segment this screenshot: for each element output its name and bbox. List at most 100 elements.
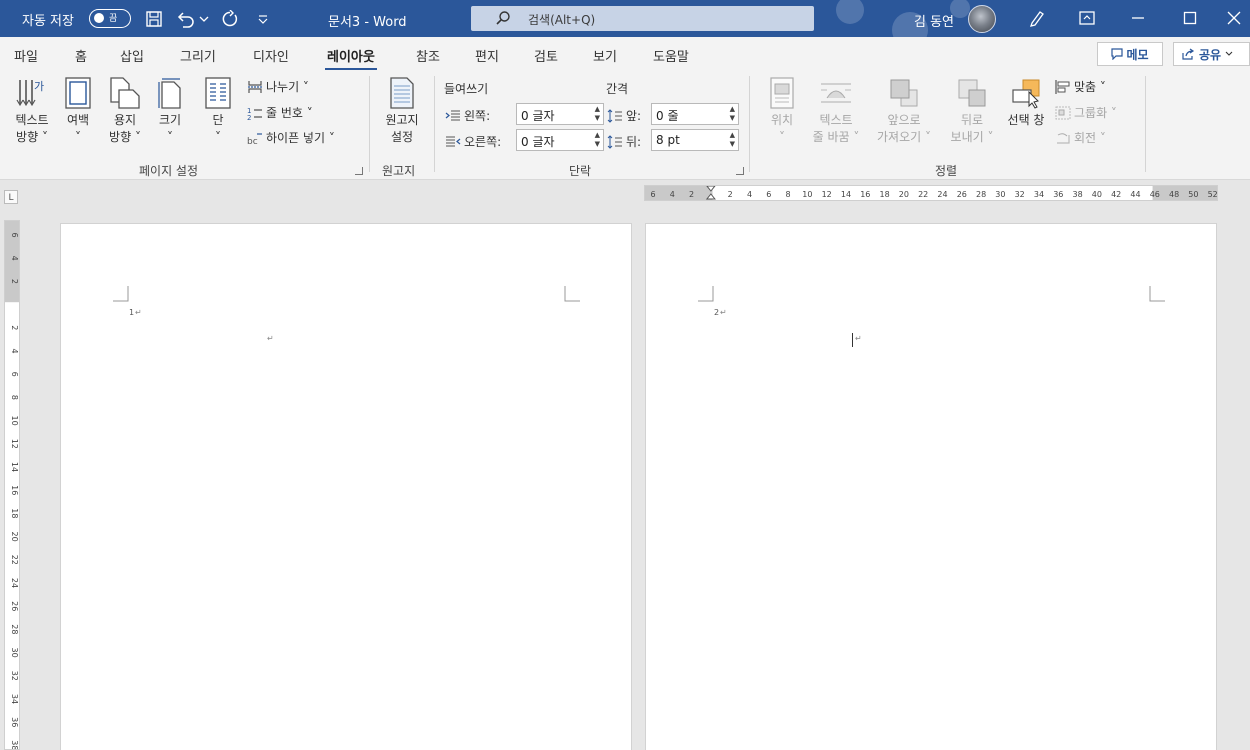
share-button[interactable]: 공유 bbox=[1173, 42, 1250, 66]
customize-toolbar-icon[interactable] bbox=[252, 8, 274, 30]
breaks-label: 나누기 ˅ bbox=[266, 80, 309, 94]
undo-dropdown-icon[interactable] bbox=[198, 8, 210, 30]
ruler-tick-label: 18 bbox=[10, 508, 19, 518]
position-chevron: ˅ bbox=[779, 130, 785, 144]
breaks-button[interactable]: 나누기 ˅ bbox=[247, 78, 309, 95]
tab-view[interactable]: 보기 bbox=[593, 46, 617, 65]
size-label: 크기 bbox=[158, 113, 182, 127]
send-backward-label: 뒤로 bbox=[960, 113, 984, 127]
tab-layout[interactable]: 레이아웃 bbox=[325, 46, 377, 71]
autosave-label: 자동 저장 bbox=[22, 14, 74, 29]
close-icon[interactable] bbox=[1222, 7, 1246, 29]
spinner-arrows-icon[interactable]: ▲ ▼ bbox=[595, 131, 600, 149]
spacing-after-label: 뒤: bbox=[607, 133, 641, 150]
crop-mark-top-left bbox=[698, 286, 714, 302]
text-direction-button[interactable]: 가 텍스트 방향 ˅ bbox=[8, 76, 56, 146]
search-input[interactable]: 검색(Alt+Q) bbox=[471, 6, 814, 31]
tab-references[interactable]: 참조 bbox=[416, 46, 440, 65]
orientation-icon bbox=[110, 77, 140, 109]
minimize-icon[interactable] bbox=[1126, 7, 1150, 29]
spacing-after-text: 뒤: bbox=[626, 135, 642, 149]
ruler-tick-label: 36 bbox=[1053, 190, 1063, 199]
indent-right-text: 오른쪽: bbox=[464, 135, 502, 149]
tab-help[interactable]: 도움말 bbox=[653, 46, 689, 65]
spinner-arrows-icon[interactable]: ▲ ▼ bbox=[730, 131, 735, 149]
bring-forward-button[interactable]: 앞으로 가져오기 ˅ bbox=[870, 76, 938, 146]
crop-mark-top-right bbox=[1149, 286, 1165, 302]
ribbon: 가 텍스트 방향 ˅ 여백 ˅ 용지 방향 ˅ 크기 ˅ 단 ˅ 나누기 ˅ 1… bbox=[0, 70, 1250, 180]
spinner-arrows-icon[interactable]: ▲ ▼ bbox=[595, 105, 600, 123]
tab-insert[interactable]: 삽입 bbox=[120, 46, 144, 65]
paragraph-launcher-icon[interactable] bbox=[736, 167, 744, 175]
ribbon-display-icon[interactable] bbox=[1075, 7, 1099, 29]
breaks-icon bbox=[248, 80, 262, 93]
columns-icon bbox=[205, 77, 231, 109]
ruler-tick-label: 6 bbox=[650, 190, 655, 199]
avatar[interactable] bbox=[968, 5, 996, 33]
line-numbers-label: 줄 번호 ˅ bbox=[266, 106, 313, 120]
page-1[interactable]: 1 ↵ ↵ bbox=[60, 223, 632, 750]
pen-icon[interactable] bbox=[1025, 7, 1049, 29]
send-backward-button[interactable]: 뒤로 보내기 ˅ bbox=[944, 76, 1000, 146]
line-numbers-button[interactable]: 12 줄 번호 ˅ bbox=[247, 104, 313, 121]
undo-icon[interactable] bbox=[175, 8, 197, 30]
margins-button[interactable]: 여백 ˅ bbox=[60, 76, 96, 146]
tab-mailings[interactable]: 편지 bbox=[475, 46, 499, 65]
manuscript-settings-button[interactable]: 원고지 설정 bbox=[376, 76, 428, 146]
tab-review[interactable]: 검토 bbox=[534, 46, 558, 65]
user-name[interactable]: 김 동연 bbox=[914, 11, 954, 30]
indent-left-input[interactable]: 0 글자 ▲ ▼ bbox=[516, 103, 604, 125]
indent-right-value: 0 글자 bbox=[521, 135, 555, 149]
wrap-text-button[interactable]: 텍스트 줄 바꿈 ˅ bbox=[804, 76, 868, 146]
bring-forward-label: 앞으로 bbox=[887, 113, 921, 127]
text-direction-label-2: 방향 ˅ bbox=[16, 130, 48, 144]
tab-file[interactable]: 파일 bbox=[14, 46, 38, 65]
indent-right-input[interactable]: 0 글자 ▲ ▼ bbox=[516, 129, 604, 151]
ruler-tick-label: 6 bbox=[10, 232, 19, 237]
columns-chevron: ˅ bbox=[215, 130, 221, 144]
ruler-tick-label: 10 bbox=[802, 190, 812, 199]
margins-icon bbox=[65, 77, 91, 109]
page-2[interactable]: 2 ↵ ↵ bbox=[645, 223, 1217, 750]
tab-selector[interactable]: L bbox=[4, 190, 18, 204]
horizontal-ruler-ticks: 6 4 2 2 4 6 8 10 12 14 16 18 20 22 24 26 28 30 32 34 36 38 40 4… bbox=[645, 185, 1218, 200]
spacing-after-value: 8 pt bbox=[656, 133, 680, 147]
group-separator bbox=[749, 76, 750, 172]
selection-pane-button[interactable]: 선택 창 bbox=[1001, 76, 1051, 129]
bring-forward-label-2: 가져오기 ˅ bbox=[877, 130, 931, 144]
ruler-tick-label: 12 bbox=[10, 439, 19, 449]
maximize-icon[interactable] bbox=[1178, 7, 1202, 29]
position-button[interactable]: 위치 ˅ bbox=[758, 76, 806, 146]
group-separator bbox=[434, 76, 435, 172]
page-setup-launcher-icon[interactable] bbox=[355, 167, 363, 175]
ruler-tick-label: 44 bbox=[1130, 190, 1140, 199]
ruler-tick-label: 22 bbox=[10, 555, 19, 565]
orientation-button[interactable]: 용지 방향 ˅ bbox=[102, 76, 148, 146]
group-button[interactable]: 그룹화 ˅ bbox=[1055, 104, 1117, 121]
group-icon bbox=[1055, 106, 1071, 119]
spacing-before-input[interactable]: 0 줄 ▲ ▼ bbox=[651, 103, 739, 125]
spacing-after-input[interactable]: 8 pt ▲ ▼ bbox=[651, 129, 739, 151]
rotate-button[interactable]: 회전 ˅ bbox=[1055, 129, 1106, 146]
size-button[interactable]: 크기 ˅ bbox=[152, 76, 188, 146]
columns-button[interactable]: 단 ˅ bbox=[200, 76, 236, 146]
tab-design[interactable]: 디자인 bbox=[253, 46, 289, 65]
indent-header: 들여쓰기 bbox=[444, 82, 489, 96]
comment-icon bbox=[1111, 48, 1124, 60]
autosave-toggle[interactable]: 끔 bbox=[89, 9, 131, 28]
save-icon[interactable] bbox=[143, 8, 165, 30]
horizontal-ruler[interactable]: 6 4 2 2 4 6 8 10 12 14 16 18 20 22 24 26 28 30 32 34 36 38 40 4… bbox=[644, 185, 1218, 201]
tab-home[interactable]: 홈 bbox=[75, 46, 87, 65]
align-button[interactable]: 맞춤 ˅ bbox=[1055, 78, 1106, 95]
hyphenation-button[interactable]: bc 하이픈 넣기 ˅ bbox=[247, 129, 335, 146]
arrange-group-label: 정렬 bbox=[935, 164, 958, 178]
indent-right-label: 오른쪽: bbox=[445, 133, 501, 150]
ruler-tick-label: 4 bbox=[670, 190, 675, 199]
tab-draw[interactable]: 그리기 bbox=[180, 46, 216, 65]
spinner-arrows-icon[interactable]: ▲ ▼ bbox=[730, 105, 735, 123]
document-area[interactable]: L 6 4 2 2 4 6 8 10 12 14 16 18 20 22 24 26 28 30 32 34 36 38 4… bbox=[0, 180, 1250, 750]
ruler-tick-label: 26 bbox=[957, 190, 967, 199]
comments-button[interactable]: 메모 bbox=[1097, 42, 1163, 66]
vertical-ruler[interactable]: 6 4 2 2 4 6 8 10 12 14 16 18 20 22 24 26 28 30 32 34 36 38 bbox=[4, 220, 20, 750]
redo-icon[interactable] bbox=[219, 8, 241, 30]
